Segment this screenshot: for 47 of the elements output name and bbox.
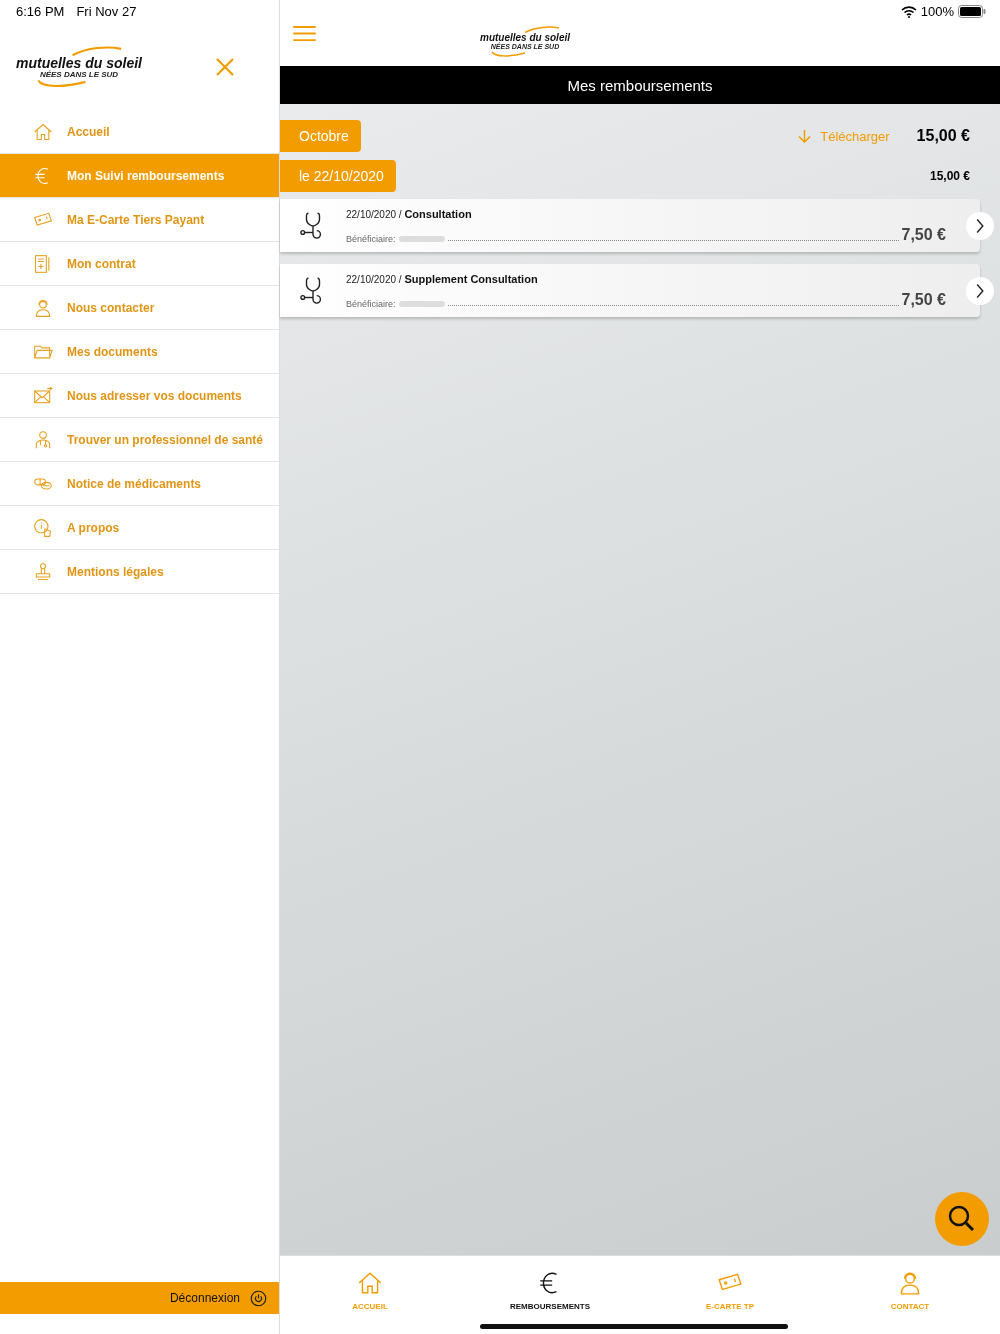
status-time: 6:16 PM xyxy=(16,4,65,21)
beneficiary-label: Bénéficiaire: xyxy=(346,233,396,244)
agent-icon xyxy=(33,297,53,318)
date-label: le 22/10/2020 xyxy=(280,160,396,192)
power-icon xyxy=(250,1289,267,1307)
menu-item[interactable]: Trouver un professionnel de santé xyxy=(0,418,279,462)
chevron-right-icon[interactable] xyxy=(965,211,995,241)
info-icon xyxy=(33,517,53,538)
down-arrow-icon xyxy=(798,128,812,144)
tab-item[interactable]: CONTACT xyxy=(820,1256,1000,1324)
stamp-icon xyxy=(33,561,53,582)
redacted-name xyxy=(398,300,445,307)
beneficiary-label: Bénéficiaire: xyxy=(346,298,396,309)
redacted-name xyxy=(398,235,445,242)
tab-item[interactable]: ACCUEIL xyxy=(280,1256,460,1324)
reimbursement-card[interactable]: 22/10/2020 / Consultation Bénéficiaire: 7,50 € xyxy=(280,199,980,252)
month-total: 15,00 € xyxy=(916,127,970,145)
chevron-right-icon[interactable] xyxy=(965,276,995,306)
wifi-icon xyxy=(900,5,917,18)
entry-amount: 7,50 € xyxy=(901,225,946,244)
menu-item[interactable]: Notice de médicaments xyxy=(0,462,279,506)
mail-icon xyxy=(33,385,53,406)
menu-item[interactable]: Ma E-Carte Tiers Payant xyxy=(0,198,279,242)
page-title: Mes remboursements xyxy=(280,66,1000,104)
battery-percent: 100% xyxy=(920,4,954,19)
battery-icon xyxy=(958,5,986,18)
menu-item[interactable]: Mon contrat xyxy=(0,242,279,286)
status-date: Fri Nov 27 xyxy=(76,4,137,21)
logout-button[interactable]: Déconnexion xyxy=(0,1282,279,1314)
day-total: 15,00 € xyxy=(929,169,970,183)
tab-item[interactable]: E-CARTE TP xyxy=(640,1256,820,1324)
home-icon xyxy=(33,121,53,142)
menu-item[interactable]: Mon Suivi remboursements xyxy=(0,154,279,198)
doctor-icon xyxy=(33,429,53,450)
entry-title: 22/10/2020 / Consultation xyxy=(346,207,473,220)
menu-item[interactable]: Nous contacter xyxy=(0,286,279,330)
entry-title: 22/10/2020 / Supplement Consultation xyxy=(346,272,539,285)
month-label: Octobre xyxy=(280,120,361,152)
entry-amount: 7,50 € xyxy=(901,290,946,309)
menu-item[interactable]: Mentions légales xyxy=(0,550,279,594)
menu-item[interactable]: Nous adresser vos documents xyxy=(0,374,279,418)
tab-item[interactable]: REMBOURSEMENTS xyxy=(460,1256,640,1324)
menu-item[interactable]: A propos xyxy=(0,506,279,550)
menu-item[interactable]: Mes documents xyxy=(0,330,279,374)
search-button[interactable] xyxy=(934,1191,990,1247)
download-button[interactable]: Télécharger xyxy=(798,128,890,144)
reimbursement-card[interactable]: 22/10/2020 / Supplement Consultation Bénéficiaire: 7,50 € xyxy=(280,264,980,317)
